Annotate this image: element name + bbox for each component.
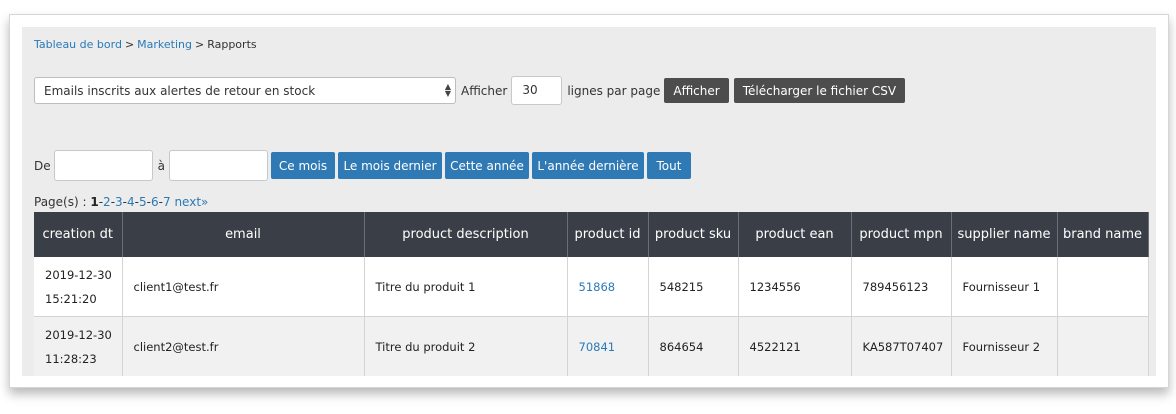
to-label: à	[157, 158, 165, 173]
cell-product-mpn: 789456123	[851, 257, 952, 317]
pagination-page-link[interactable]: 6	[151, 195, 159, 209]
cell-supplier-name: Fournisseur 2	[951, 316, 1058, 376]
column-header-creation-dt[interactable]: creation dt	[34, 212, 123, 257]
column-header-product-mpn[interactable]: product mpn	[851, 212, 952, 257]
breadcrumb-separator: >	[124, 38, 135, 51]
table-row: 2019-12-30 11:28:23 client2@test.fr Titre…	[34, 316, 1149, 376]
pagination-current-page: 1	[90, 195, 99, 209]
show-button[interactable]: Afficher	[664, 78, 729, 103]
pagination: Page(s) : 1-2-3-4-5-6-7 next»	[34, 195, 209, 209]
table-row: 2019-12-30 15:21:20 client1@test.fr Titre…	[34, 257, 1149, 317]
cell-product-ean: 4522121	[738, 316, 852, 376]
column-header-product-id[interactable]: product id	[567, 212, 649, 257]
cell-product-sku: 864654	[648, 316, 739, 376]
column-header-product-sku[interactable]: product sku	[648, 212, 739, 257]
column-header-supplier-name[interactable]: supplier name	[951, 212, 1058, 257]
pagination-page-link[interactable]: 3	[115, 195, 123, 209]
column-header-product-description[interactable]: product description	[364, 212, 568, 257]
all-button[interactable]: Tout	[646, 152, 691, 179]
rows-per-page-input[interactable]: 30	[511, 76, 563, 105]
cell-product-id: 70841	[567, 316, 649, 376]
this-year-button[interactable]: Cette année	[444, 152, 529, 179]
cell-product-mpn: KA587T07407	[851, 316, 952, 376]
pagination-page-link[interactable]: 4	[127, 195, 135, 209]
pagination-page-link[interactable]: 7	[163, 195, 171, 209]
show-label: Afficher	[461, 83, 508, 98]
cell-email: client1@test.fr	[122, 257, 365, 317]
cell-creation-dt: 2019-12-30 11:28:23	[34, 316, 123, 376]
cell-creation-dt: 2019-12-30 15:21:20	[34, 257, 123, 317]
product-id-link[interactable]: 70841	[579, 340, 616, 354]
pagination-page-link[interactable]: 5	[139, 195, 147, 209]
cell-email: client2@test.fr	[122, 316, 365, 376]
date-filter-row: De à Ce mois Le mois dernier Cette année…	[34, 150, 691, 181]
column-header-product-ean[interactable]: product ean	[738, 212, 852, 257]
table-header-row: creation dt email product description pr…	[34, 212, 1149, 257]
cell-product-description: Titre du produit 1	[364, 257, 568, 317]
report-table: creation dt email product description pr…	[34, 212, 1149, 376]
breadcrumb-separator: >	[194, 38, 205, 51]
cell-supplier-name: Fournisseur 1	[951, 257, 1058, 317]
to-date-input[interactable]	[168, 150, 268, 181]
cell-brand-name	[1057, 316, 1149, 376]
report-panel: Tableau de bord > Marketing > Rapports Email…	[22, 27, 1156, 376]
cell-product-description: Titre du produit 2	[364, 316, 568, 376]
last-year-button[interactable]: L'année dernière	[531, 152, 644, 179]
pagination-next-link[interactable]: next»	[174, 195, 208, 209]
cell-product-ean: 1234556	[738, 257, 852, 317]
window-frame: Tableau de bord > Marketing > Rapports Email…	[9, 14, 1169, 388]
breadcrumb-link-marketing[interactable]: Marketing	[137, 38, 192, 51]
column-header-brand-name[interactable]: brand name	[1057, 212, 1149, 257]
pagination-page-link[interactable]: 2	[103, 195, 111, 209]
from-label: De	[34, 158, 51, 173]
this-month-button[interactable]: Ce mois	[270, 152, 335, 179]
report-type-selected: Emails inscrits aux alertes de retour en…	[44, 84, 316, 98]
last-month-button[interactable]: Le mois dernier	[337, 152, 442, 179]
select-updown-icon: ▲ ▼	[444, 82, 451, 98]
from-date-input[interactable]	[53, 150, 153, 181]
column-header-email[interactable]: email	[122, 212, 365, 257]
report-table-container: creation dt email product description pr…	[34, 212, 1149, 376]
breadcrumb: Tableau de bord > Marketing > Rapports	[34, 38, 257, 51]
download-csv-button[interactable]: Télécharger le fichier CSV	[733, 78, 906, 103]
report-type-select[interactable]: Emails inscrits aux alertes de retour en…	[34, 77, 456, 104]
rows-per-page-label: lignes par page	[567, 83, 661, 98]
cell-product-id: 51868	[567, 257, 649, 317]
pagination-prefix: Page(s) :	[34, 195, 91, 209]
product-id-link[interactable]: 51868	[579, 280, 616, 294]
report-controls-row: Emails inscrits aux alertes de retour en…	[34, 76, 906, 105]
cell-brand-name	[1057, 257, 1149, 317]
breadcrumb-current: Rapports	[207, 38, 257, 51]
breadcrumb-link-dashboard[interactable]: Tableau de bord	[34, 38, 122, 51]
cell-product-sku: 548215	[648, 257, 739, 317]
